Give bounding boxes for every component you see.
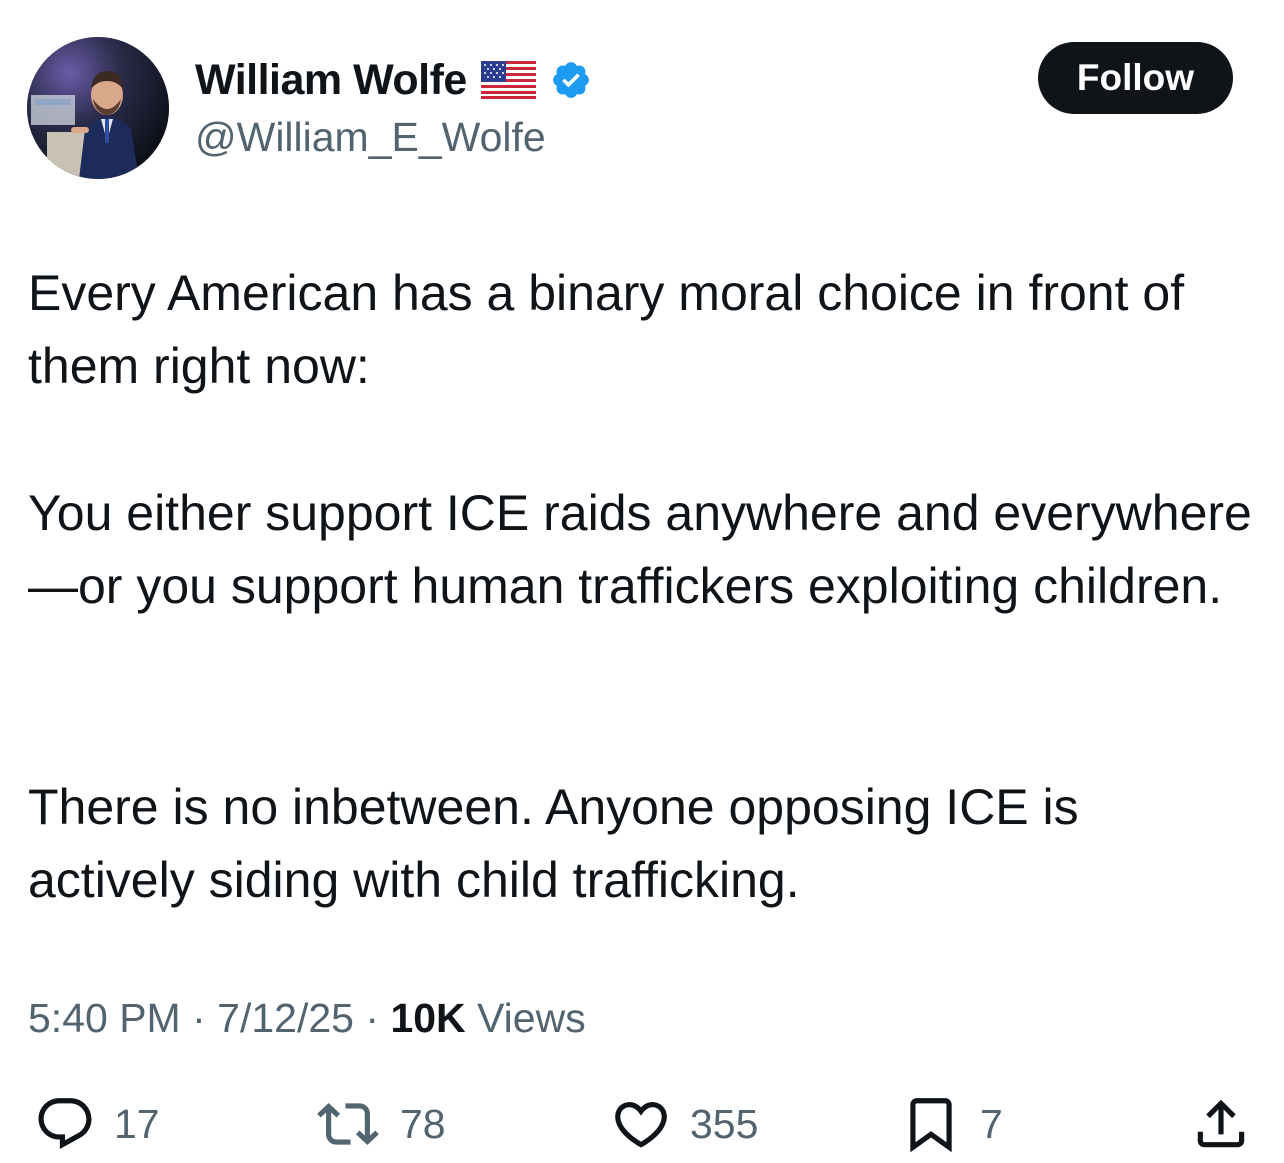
reply-button[interactable]: 17 (34, 1093, 160, 1155)
verified-badge-icon[interactable] (550, 59, 592, 101)
repost-icon (317, 1103, 379, 1145)
follow-button[interactable]: Follow (1038, 42, 1233, 114)
tweet-paragraph-1: Every American has a binary moral choice… (28, 265, 1185, 394)
tweet-date[interactable]: 7/12/25 (217, 995, 354, 1041)
repost-count: 78 (400, 1100, 446, 1147)
avatar-image (27, 37, 169, 179)
tweet-paragraph-2: You either support ICE raids anywhere an… (28, 485, 1252, 614)
tweet-meta: 5:40 PM · 7/12/25 · 10K Views (28, 995, 586, 1042)
bookmark-count: 7 (980, 1100, 1003, 1147)
tweet-paragraph-3: There is no inbetween. Anyone opposing I… (28, 779, 1079, 908)
like-button[interactable]: 355 (610, 1093, 758, 1155)
meta-separator: · (192, 995, 206, 1041)
avatar[interactable] (27, 37, 169, 179)
heart-icon (615, 1102, 667, 1148)
author-handle[interactable]: @William_E_Wolfe (195, 114, 546, 161)
author-name[interactable]: William Wolfe (195, 56, 467, 105)
bookmark-icon (910, 1098, 952, 1153)
share-icon (1197, 1099, 1245, 1148)
tweet-time[interactable]: 5:40 PM (28, 995, 181, 1041)
views-count: 10K (390, 995, 466, 1041)
us-flag-icon (480, 61, 536, 99)
reply-icon (38, 1098, 92, 1150)
bookmark-button[interactable]: 7 (900, 1093, 1003, 1155)
share-button[interactable] (1190, 1093, 1252, 1155)
repost-button[interactable]: 78 (314, 1093, 446, 1155)
author-name-row: William Wolfe (195, 52, 592, 108)
meta-separator: · (365, 995, 380, 1041)
like-count: 355 (690, 1100, 759, 1147)
reply-count: 17 (114, 1100, 160, 1147)
views-label: Views (477, 995, 586, 1041)
